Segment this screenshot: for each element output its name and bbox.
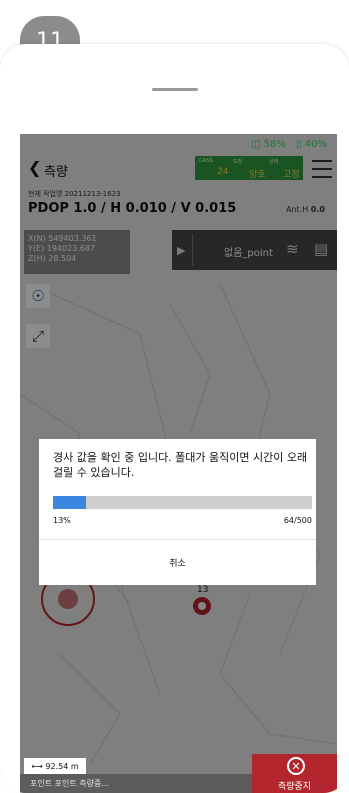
progress-track bbox=[53, 496, 312, 509]
scale-bar: ⟷ 92.54 m bbox=[24, 758, 86, 774]
cancel-button[interactable]: 취소 bbox=[39, 540, 316, 585]
bottom-sheet: 13 ◫ 58% ▯ 40% ❮ 측량 GNSS 보정 상태 24 양호 고정 … bbox=[0, 44, 349, 793]
dialog-message: 경사 값을 확인 중 입니다. 폴대가 움직이면 시간이 오래 걸릴 수 있습니… bbox=[53, 451, 308, 479]
progress-count: 64/500 bbox=[283, 516, 312, 525]
survey-status-bar: 포인트 포인트 측량중... bbox=[20, 774, 253, 793]
stop-survey-label: 측량중지 bbox=[277, 782, 312, 792]
progress-percent: 13% bbox=[53, 516, 71, 525]
tilt-check-dialog: 경사 값을 확인 중 입니다. 폴대가 움직이면 시간이 오래 걸릴 수 있습니… bbox=[39, 439, 316, 585]
survey-status-text: 포인트 포인트 측량중... bbox=[30, 779, 109, 788]
scale-value: 92.54 m bbox=[45, 761, 79, 771]
stop-survey-button[interactable]: ✕ 측량중지 bbox=[252, 754, 337, 793]
survey-screen: 13 ◫ 58% ▯ 40% ❮ 측량 GNSS 보정 상태 24 양호 고정 … bbox=[20, 134, 337, 793]
progress-fill bbox=[53, 496, 87, 509]
drag-handle[interactable] bbox=[152, 88, 198, 91]
stop-icon: ✕ bbox=[287, 757, 305, 775]
